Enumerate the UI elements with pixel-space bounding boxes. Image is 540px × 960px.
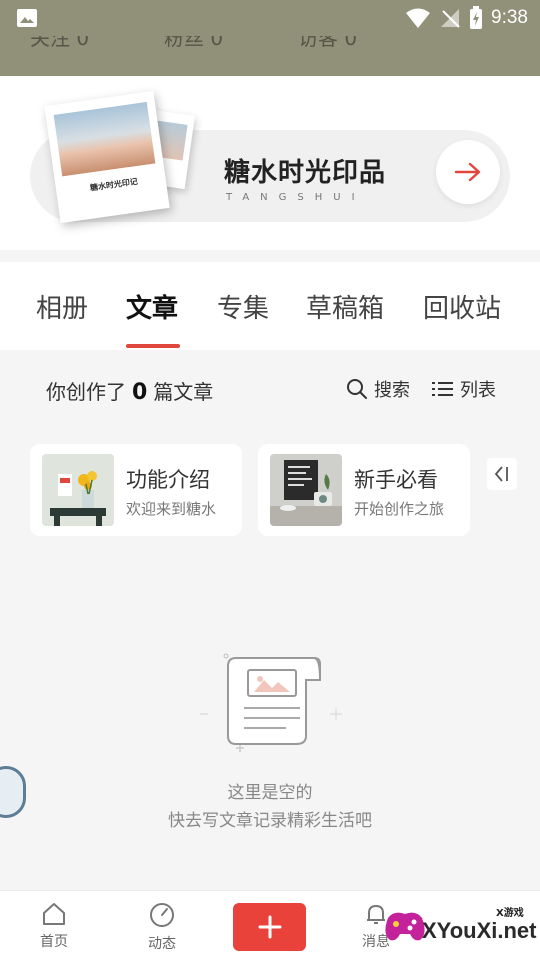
arrow-right-icon [454,162,481,182]
profile-header: 关注 0 粉丝 0 访客 0 [0,36,540,76]
status-bar: 9:38 [0,0,540,36]
empty-state-title: 这里是空的 [227,783,313,803]
create-button[interactable] [233,903,306,951]
count-value: 0 [132,380,148,405]
tab-collections[interactable]: 专集 [217,288,269,325]
list-icon [432,382,453,396]
collapse-cards-button[interactable] [487,458,517,490]
chevron-left-bar-icon [494,466,508,482]
battery-charging-icon [470,6,483,29]
home-icon [43,903,65,925]
guide-card-features[interactable]: 功能介绍 欢迎来到糖水 [30,444,242,536]
count-prefix: 你创作了 [46,380,126,404]
status-time: 9:38 [491,7,528,28]
article-count: 你创作了 0 篇文章 [46,376,213,405]
card-title: 新手必看 [354,468,438,492]
card-thumbnail-letterboard [270,454,342,526]
list-view-button[interactable]: 列表 [432,376,496,402]
promo-book-label: 糖水时光印记 [89,177,139,193]
promo-title: 糖水时光印品 [224,158,387,188]
search-label: 搜索 [374,380,410,401]
watermark-small: X游戏 [496,908,524,919]
header-stat-following[interactable]: 关注 0 [30,36,89,51]
header-stat-visitors[interactable]: 访客 0 [298,36,357,51]
wifi-icon [406,8,431,28]
promo-book-image: 糖水时光印记 [44,90,170,224]
promo-arrow-button[interactable] [436,140,500,204]
plus-icon [258,915,281,939]
header-stat-fans[interactable]: 粉丝 0 [164,36,223,51]
watermark: X游戏 XYouXi.net [380,898,540,960]
search-button[interactable]: 搜索 [346,376,410,402]
empty-document-illustration [200,653,342,752]
count-suffix: 篇文章 [153,380,214,404]
nav-home[interactable]: 首页 [24,901,84,951]
content-tabs: 相册 文章 专集 草稿箱 回收站 [0,262,540,350]
tab-albums[interactable]: 相册 [36,288,88,325]
guide-card-beginners[interactable]: 新手必看 开始创作之旅 [258,444,470,536]
nav-feed[interactable]: 动态 [132,901,192,953]
tab-drafts[interactable]: 草稿箱 [306,288,384,325]
nav-feed-label: 动态 [148,936,176,952]
card-subtitle: 开始创作之旅 [354,500,445,518]
image-notification-icon [17,9,37,27]
promo-subtitle: TANGSHUI [226,192,366,203]
tab-recycle-bin[interactable]: 回收站 [423,288,501,325]
active-tab-indicator [126,344,180,348]
gauge-icon [150,903,174,927]
nav-home-label: 首页 [40,934,68,950]
article-summary-row: 你创作了 0 篇文章 搜索 列表 [0,370,540,410]
empty-state-hint: 快去写文章记录精彩生活吧 [168,811,372,831]
list-label: 列表 [460,380,496,401]
no-signal-icon [441,9,460,28]
card-title: 功能介绍 [126,468,210,492]
watermark-brand: XYouXi.net [422,918,537,943]
card-thumbnail-flowers [42,454,114,526]
card-subtitle: 欢迎来到糖水 [126,500,217,518]
tab-articles[interactable]: 文章 [126,288,178,325]
search-icon [347,379,367,399]
